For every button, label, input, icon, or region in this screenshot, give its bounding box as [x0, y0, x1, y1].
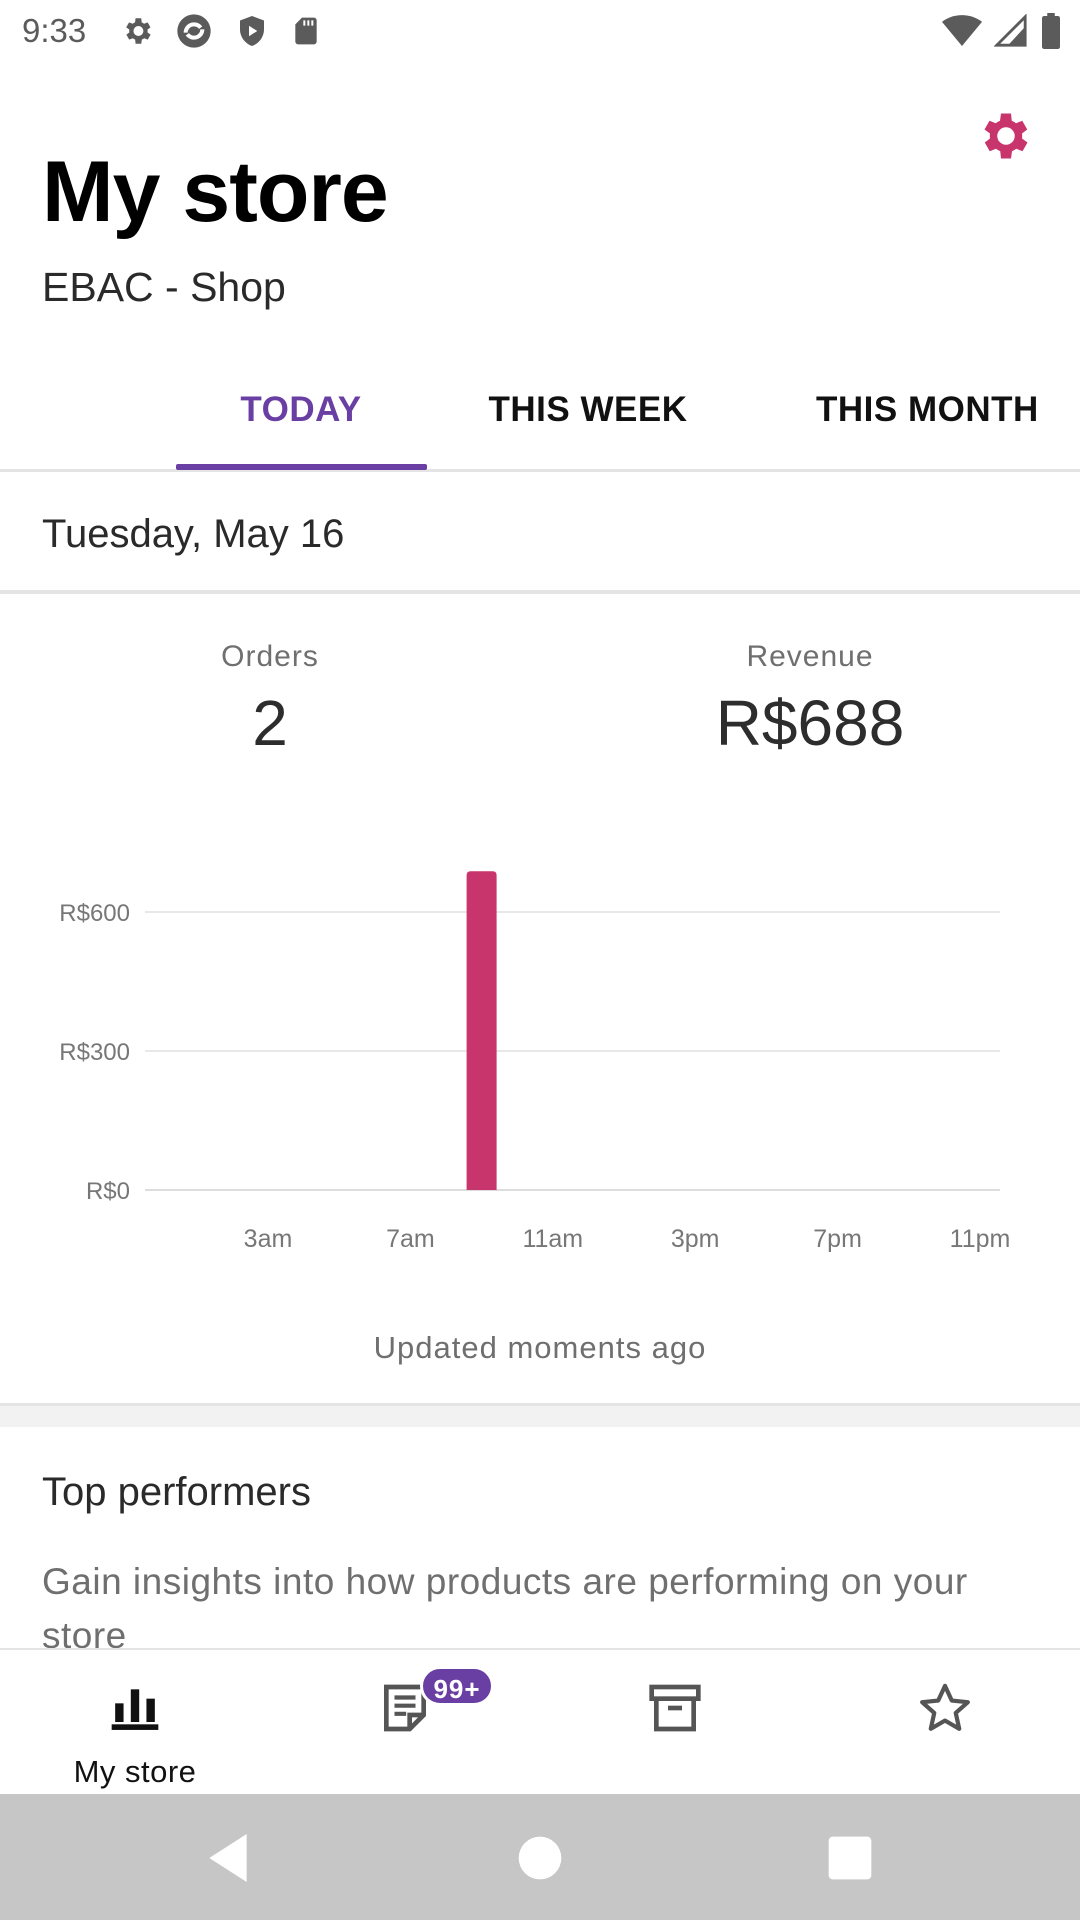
status-icons-right	[942, 12, 1062, 50]
store-name: EBAC - Shop	[42, 264, 286, 310]
star-icon	[920, 1683, 970, 1731]
page-title: My store	[42, 144, 389, 240]
bottom-nav: My store 99+	[0, 1648, 1080, 1794]
battery-icon	[1042, 13, 1060, 49]
system-nav-bar	[0, 1794, 1080, 1920]
nav-orders[interactable]	[270, 1650, 540, 1796]
orders-value: 2	[252, 687, 288, 759]
status-bar: 9:33	[0, 0, 1080, 62]
period-tabs: TODAY THIS WEEK THIS MONTH	[0, 362, 1080, 472]
shield-play-status-icon	[240, 16, 264, 46]
orders-stat: Orders 2	[90, 640, 450, 760]
x-tick-label: 11am	[522, 1225, 583, 1253]
tab-this-week[interactable]: THIS WEEK	[460, 390, 716, 430]
tab-this-month[interactable]: THIS MONTH	[780, 390, 1080, 430]
back-icon[interactable]	[196, 1826, 260, 1890]
sync-status-icon	[177, 14, 211, 48]
gear-status-icon	[126, 18, 151, 44]
revenue-chart: R$0 R$300 R$600 3am 7am 11am 3pm 7pm 11pm	[59, 871, 1011, 1253]
x-tick-label: 11pm	[950, 1225, 1011, 1253]
cell-signal-icon	[994, 14, 1027, 47]
archive-icon	[649, 1684, 701, 1732]
chart-bar[interactable]	[466, 871, 497, 1190]
y-tick-label: R$600	[59, 900, 130, 927]
status-time: 9:33	[22, 12, 87, 49]
nav-my-store-label: My store	[73, 1754, 197, 1789]
recents-icon[interactable]	[818, 1826, 882, 1890]
settings-button[interactable]	[976, 106, 1036, 166]
updated-text: Updated moments ago	[373, 1330, 707, 1365]
bar-chart-icon	[111, 1689, 159, 1730]
y-tick-label: R$0	[86, 1178, 130, 1205]
revenue-stat: Revenue R$688	[630, 640, 990, 760]
nav-products[interactable]	[540, 1650, 810, 1796]
sd-card-status-icon	[295, 17, 317, 45]
top-performers-title: Top performers	[42, 1470, 311, 1514]
status-icons-left	[120, 12, 322, 50]
wifi-icon	[942, 15, 982, 46]
y-tick-label: R$300	[59, 1039, 130, 1066]
orders-label: Orders	[221, 640, 319, 673]
tab-today[interactable]: TODAY	[176, 390, 426, 430]
orders-badge: 99+	[420, 1666, 494, 1706]
gear-icon	[984, 113, 1028, 159]
date-label: Tuesday, May 16	[42, 512, 345, 556]
x-tick-label: 3am	[244, 1225, 293, 1253]
date-row: Tuesday, May 16	[0, 472, 1080, 594]
x-tick-label: 3pm	[671, 1225, 720, 1253]
nav-my-store[interactable]: My store	[0, 1650, 270, 1796]
x-tick-label: 7am	[386, 1225, 435, 1253]
tab-indicator	[176, 464, 427, 470]
x-tick-label: 7pm	[813, 1225, 862, 1253]
section-divider	[0, 1403, 1080, 1427]
top-performers-description: Gain insights into how products are perf…	[42, 1561, 968, 1656]
revenue-label: Revenue	[746, 640, 874, 673]
revenue-value: R$688	[715, 687, 905, 759]
nav-reviews[interactable]	[810, 1650, 1080, 1796]
home-icon[interactable]	[508, 1826, 572, 1890]
